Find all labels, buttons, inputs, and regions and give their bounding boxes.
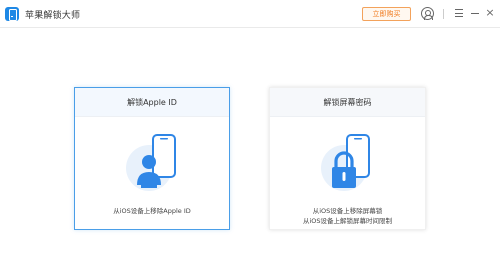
user-icon[interactable]	[421, 7, 434, 20]
menu-icon[interactable]	[455, 9, 463, 17]
card-description: 从iOS设备上解锁屏幕时间限制	[302, 217, 393, 225]
unlock-apple-id-card[interactable]: 解锁Apple ID 从iOS设备上移除Apple ID	[74, 87, 230, 230]
phone-user-icon	[126, 134, 176, 191]
card-title: 解锁Apple ID	[75, 88, 229, 117]
title-bar: 苹果解锁大师 立即购买 ×	[0, 0, 500, 28]
app-logo-icon	[5, 7, 19, 21]
close-icon[interactable]: ×	[485, 7, 495, 19]
card-description: 从iOS设备上移除屏幕锁	[312, 207, 383, 215]
app-title: 苹果解锁大师	[25, 11, 81, 21]
minimize-icon[interactable]	[471, 13, 479, 14]
card-title: 解锁屏幕密码	[270, 88, 425, 117]
unlock-screen-passcode-card[interactable]: 解锁屏幕密码 从iOS设备上移除屏幕锁 从iOS设备上解锁屏幕时间限制	[269, 87, 426, 230]
card-description: 从iOS设备上移除Apple ID	[113, 207, 191, 215]
divider	[443, 9, 444, 19]
phone-lock-icon	[321, 134, 370, 191]
buy-now-button[interactable]: 立即购买	[362, 7, 411, 21]
